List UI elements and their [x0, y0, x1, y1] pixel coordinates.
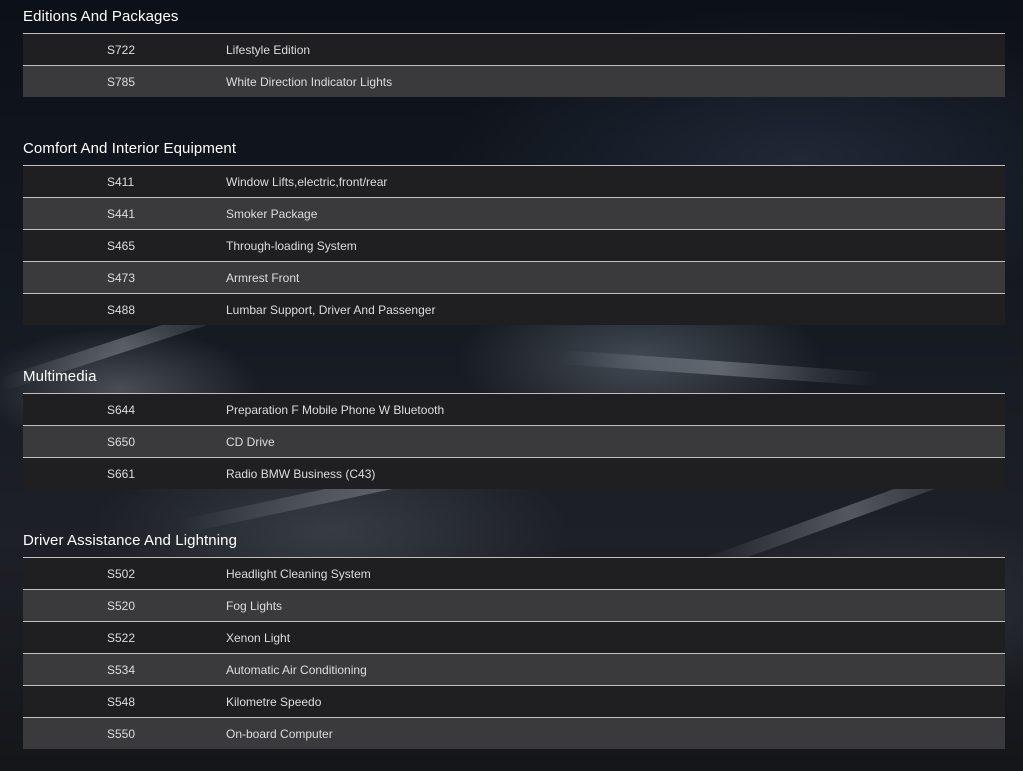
option-code: S785 [107, 74, 136, 89]
table-row: S411 Window Lifts,electric,front/rear [23, 165, 1005, 197]
table-row: S650 CD Drive [23, 425, 1005, 457]
section-multimedia: Multimedia S644 Preparation F Mobile Pho… [23, 360, 1005, 489]
option-description: Preparation F Mobile Phone W Bluetooth [226, 402, 445, 417]
section-title: Comfort And Interior Equipment [23, 140, 237, 157]
option-code: S441 [107, 206, 136, 221]
option-description: On-board Computer [226, 726, 333, 741]
table-row: S661 Radio BMW Business (C43) [23, 457, 1005, 489]
option-code: S548 [107, 694, 136, 709]
option-description: Armrest Front [226, 270, 300, 285]
table-row: S548 Kilometre Speedo [23, 685, 1005, 717]
table-row: S785 White Direction Indicator Lights [23, 65, 1005, 97]
section-editions-and-packages: Editions And Packages S722 Lifestyle Edi… [23, 0, 1005, 97]
option-code: S650 [107, 434, 136, 449]
section-driver-assistance-and-lightning: Driver Assistance And Lightning S502 Hea… [23, 524, 1005, 749]
table-row: S522 Xenon Light [23, 621, 1005, 653]
table-row: S644 Preparation F Mobile Phone W Blueto… [23, 393, 1005, 425]
table-row: S550 On-board Computer [23, 717, 1005, 749]
option-description: Automatic Air Conditioning [226, 662, 367, 677]
option-description: Xenon Light [226, 630, 291, 645]
option-code: S550 [107, 726, 136, 741]
option-description: Lumbar Support, Driver And Passenger [226, 302, 436, 317]
section-comfort-and-interior-equipment: Comfort And Interior Equipment S411 Wind… [23, 132, 1005, 325]
option-code: S722 [107, 42, 136, 57]
table-row: S441 Smoker Package [23, 197, 1005, 229]
option-code: S502 [107, 566, 136, 581]
option-code: S644 [107, 402, 136, 417]
option-description: Headlight Cleaning System [226, 566, 371, 581]
option-description: Kilometre Speedo [226, 694, 322, 709]
table-row: S534 Automatic Air Conditioning [23, 653, 1005, 685]
option-description: White Direction Indicator Lights [226, 74, 393, 89]
section-title: Editions And Packages [23, 8, 179, 25]
option-code: S473 [107, 270, 136, 285]
option-description: Radio BMW Business (C43) [226, 466, 376, 481]
table-row: S473 Armrest Front [23, 261, 1005, 293]
option-code: S661 [107, 466, 136, 481]
table-row: S465 Through-loading System [23, 229, 1005, 261]
option-description: Window Lifts,electric,front/rear [226, 174, 388, 189]
option-code: S488 [107, 302, 136, 317]
option-description: Through-loading System [226, 238, 357, 253]
table-row: S488 Lumbar Support, Driver And Passenge… [23, 293, 1005, 325]
table-row: S722 Lifestyle Edition [23, 33, 1005, 65]
table-row: S520 Fog Lights [23, 589, 1005, 621]
option-description: Fog Lights [226, 598, 283, 613]
option-code: S522 [107, 630, 136, 645]
section-title: Driver Assistance And Lightning [23, 532, 238, 549]
option-code: S465 [107, 238, 136, 253]
option-code: S411 [107, 174, 135, 189]
option-description: Lifestyle Edition [226, 42, 311, 57]
option-code: S520 [107, 598, 136, 613]
option-description: CD Drive [226, 434, 275, 449]
option-code: S534 [107, 662, 136, 677]
table-row: S502 Headlight Cleaning System [23, 557, 1005, 589]
section-title: Multimedia [23, 368, 97, 385]
option-description: Smoker Package [226, 206, 318, 221]
